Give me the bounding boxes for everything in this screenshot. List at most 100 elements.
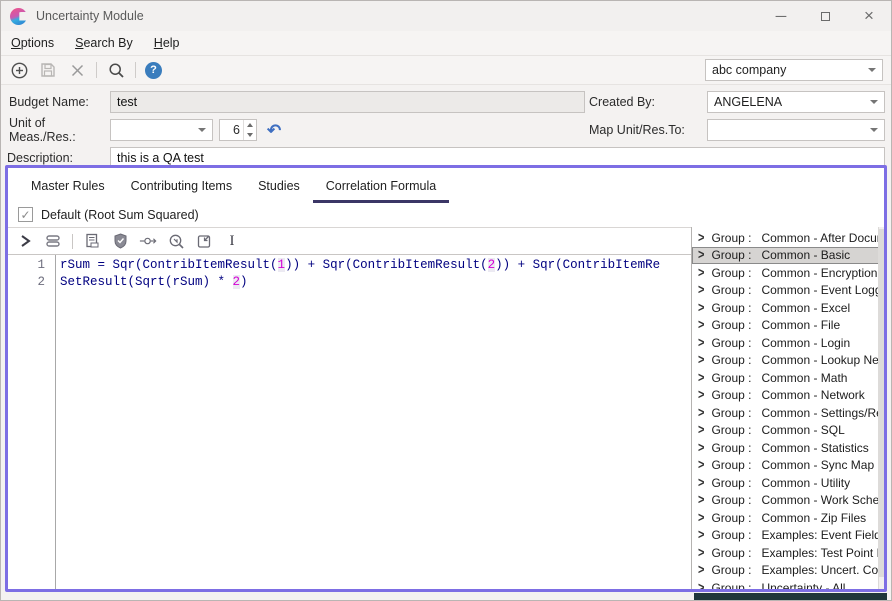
zoom-search-icon[interactable] [167, 232, 185, 250]
expand-chevron-icon[interactable]: > [698, 510, 704, 525]
group-list-scrollbar[interactable] [878, 227, 884, 589]
minimize-button[interactable]: ─ [759, 1, 803, 31]
group-list-item[interactable]: >Group :Common - File [692, 317, 884, 335]
group-name: Common - Login [761, 336, 881, 350]
group-name: Common - Basic [761, 248, 881, 262]
group-name: Common - Network [761, 388, 881, 402]
delete-button[interactable] [67, 60, 87, 80]
group-list-item[interactable]: >Group :Common - Excel [692, 299, 884, 317]
panel-content: I 12 rSum = Sqr(ContribItemResult(1)) + … [8, 227, 884, 589]
add-button[interactable] [9, 60, 29, 80]
expand-chevron-icon[interactable]: > [698, 370, 704, 385]
expand-chevron-icon[interactable]: > [698, 248, 704, 263]
menu-item-search-by[interactable]: Search By [75, 36, 133, 50]
code-editor[interactable]: 12 rSum = Sqr(ContribItemResult(1)) + Sq… [8, 255, 691, 589]
expand-chevron-icon[interactable]: > [698, 563, 704, 578]
group-list-item[interactable]: >Group :Examples: Event Fields [692, 527, 884, 545]
undo-button[interactable]: ↶ [267, 122, 281, 139]
group-list-item[interactable]: >Group :Common - After Docume [692, 229, 884, 247]
spinner-up-button[interactable] [244, 120, 256, 130]
created-by-combobox[interactable]: ANGELENA [707, 91, 885, 113]
group-list-item[interactable]: > Group :Common - SQL [692, 422, 884, 440]
group-list-item[interactable]: >Group :Common - Utility [692, 474, 884, 492]
group-list-item[interactable]: >Group :Common - Login [692, 334, 884, 352]
menu-item-options[interactable]: Options [11, 36, 54, 50]
document-list-icon[interactable] [83, 232, 101, 250]
expand-chevron-icon[interactable]: > [698, 580, 704, 589]
save-button[interactable] [38, 60, 58, 80]
tab-contributing-items[interactable]: Contributing Items [118, 173, 245, 203]
expand-chevron-icon[interactable]: > [698, 545, 704, 560]
expand-chevron-icon[interactable]: > [698, 405, 704, 420]
group-list-item[interactable]: > Group :Common - Basic [692, 247, 884, 265]
group-list-item[interactable]: >Group :Common - Statistics [692, 439, 884, 457]
group-list-item[interactable]: >Group :Common - Work Sched [692, 492, 884, 510]
search-button[interactable] [106, 60, 126, 80]
expand-chevron-icon[interactable]: > [698, 283, 704, 298]
code-line[interactable]: SetResult(Sqrt(rSum) * 2) [60, 275, 691, 292]
group-prefix: Group : [711, 371, 761, 385]
chevron-down-icon [870, 100, 878, 104]
expand-chevron-icon[interactable]: > [698, 528, 704, 543]
group-list-item[interactable]: >Group :Common - Encryption [692, 264, 884, 282]
tab-correlation-formula[interactable]: Correlation Formula [313, 173, 449, 203]
unit-of-meas-combobox[interactable] [110, 119, 213, 141]
export-box-icon[interactable] [195, 232, 213, 250]
expand-chevron-icon[interactable]: > [698, 300, 704, 315]
shield-check-icon[interactable] [111, 232, 129, 250]
layers-icon[interactable] [44, 232, 62, 250]
text-cursor-icon[interactable]: I [223, 232, 241, 250]
group-name: Common - SQL [761, 423, 881, 437]
group-prefix: Group : [711, 266, 761, 280]
resolution-spinner-value: 6 [220, 120, 243, 140]
expand-chevron-icon[interactable]: > [698, 493, 704, 508]
group-list-item[interactable]: >Group :Common - Network [692, 387, 884, 405]
group-list-item[interactable]: >Group :Examples: Uncert. Cont [692, 562, 884, 580]
maximize-button[interactable] [803, 1, 847, 31]
splitter-handle[interactable]: ●●● [691, 397, 692, 408]
code-lines[interactable]: rSum = Sqr(ContribItemResult(1)) + Sqr(C… [56, 255, 691, 589]
group-list-item[interactable]: > Group :Common - Math [692, 369, 884, 387]
group-list-item[interactable]: >Group :Common - Event Loggin [692, 282, 884, 300]
group-name: Common - Excel [761, 301, 881, 315]
code-line[interactable]: rSum = Sqr(ContribItemResult(1)) + Sqr(C… [60, 258, 691, 275]
tab-studies[interactable]: Studies [245, 173, 313, 203]
help-button[interactable]: ? [145, 62, 162, 79]
resolution-spinner[interactable]: 6 [219, 119, 257, 141]
company-combobox[interactable]: abc company [705, 59, 883, 81]
map-unit-combobox[interactable] [707, 119, 885, 141]
group-prefix: Group : [711, 511, 761, 525]
menu-item-help[interactable]: Help [154, 36, 180, 50]
expand-chevron-icon[interactable]: > [698, 475, 704, 490]
expand-chevron-icon[interactable]: > [698, 265, 704, 280]
expand-chevron-icon[interactable]: > [698, 458, 704, 473]
budget-name-input[interactable]: test [110, 91, 585, 113]
expand-chevron-icon[interactable]: > [698, 388, 704, 403]
close-button[interactable]: × [847, 1, 891, 31]
chevron-right-icon[interactable] [16, 232, 34, 250]
expand-chevron-icon[interactable]: > [698, 353, 704, 368]
default-checkbox[interactable]: ✓ [18, 207, 33, 222]
group-list-item[interactable]: >Group :Common - Sync Map [692, 457, 884, 475]
group-name: Common - Math [761, 371, 881, 385]
expand-chevron-icon[interactable]: > [698, 230, 704, 245]
spinner-down-button[interactable] [244, 130, 256, 140]
scrollbar-thumb[interactable] [878, 229, 884, 577]
group-prefix: Group : [711, 423, 761, 437]
group-list-item[interactable]: >Group :Common - Lookup Next [692, 352, 884, 370]
expand-chevron-icon[interactable]: > [698, 440, 704, 455]
tab-master-rules[interactable]: Master Rules [18, 173, 118, 203]
group-prefix: Group : [711, 248, 761, 262]
expand-chevron-icon[interactable]: > [698, 423, 704, 438]
group-list-item[interactable]: >Group :Uncertainty - All [692, 579, 884, 589]
group-list-item[interactable]: >Group :Common - Settings/Ref [692, 404, 884, 422]
expand-chevron-icon[interactable]: > [698, 335, 704, 350]
company-combobox-value: abc company [712, 63, 786, 77]
watch-probe-icon[interactable] [139, 232, 157, 250]
default-checkbox-row: ✓ Default (Root Sum Squared) [8, 203, 884, 227]
expand-chevron-icon[interactable]: > [698, 318, 704, 333]
group-prefix: Group : [711, 231, 761, 245]
group-name: Uncertainty - All [761, 581, 881, 589]
group-list-item[interactable]: >Group :Examples: Test Point Fi [692, 544, 884, 562]
group-list-item[interactable]: >Group :Common - Zip Files [692, 509, 884, 527]
